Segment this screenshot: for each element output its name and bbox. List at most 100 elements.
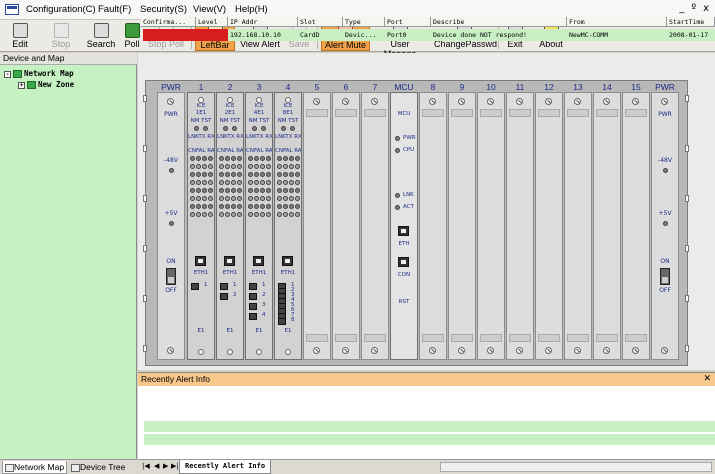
column-header-describe[interactable]: Describe — [431, 17, 567, 27]
chassis-notch — [143, 295, 147, 302]
empty-slot[interactable] — [419, 92, 447, 360]
led-icon — [208, 188, 213, 193]
power-module[interactable]: PWR -48V +5V ON OFF — [157, 92, 185, 360]
empty-slot[interactable] — [622, 92, 650, 360]
led-icon — [289, 172, 294, 177]
led-icon — [231, 188, 236, 193]
screw-icon — [632, 347, 639, 354]
column-header-ip[interactable]: IP Addr — [228, 17, 298, 27]
menu-configuration[interactable]: Configuration(C) — [26, 4, 96, 15]
mcu-card[interactable]: MCU PWR CPU LNK ACT ETH CON RST — [390, 92, 418, 360]
ethernet-port[interactable] — [224, 256, 235, 266]
card-nm-tst: NM TST — [248, 118, 270, 124]
led-icon — [289, 196, 294, 201]
menu-help[interactable]: Help(H) — [235, 4, 268, 15]
led-icon — [202, 180, 207, 185]
e1-port[interactable] — [278, 318, 286, 325]
expand-icon[interactable]: + — [18, 81, 25, 89]
menu-view[interactable]: View(V) — [193, 4, 226, 15]
e1-port[interactable] — [249, 293, 257, 300]
empty-slot[interactable] — [303, 92, 331, 360]
ice-card[interactable]: ICE 2E1 NM TST LNKTX RX CNFAL RA ETH1 1 2 E1 — [216, 92, 244, 360]
stop-button[interactable]: Stop — [46, 21, 76, 51]
e1-port[interactable] — [249, 303, 257, 310]
empty-slot[interactable] — [448, 92, 476, 360]
column-header-from[interactable]: From — [567, 17, 667, 27]
e1-port[interactable] — [220, 283, 228, 290]
led-icon — [395, 205, 400, 210]
next-tab-icon[interactable]: ▶ — [163, 462, 168, 470]
first-tab-icon[interactable]: |◀ — [142, 462, 150, 470]
tab-device-tree[interactable]: Device Tree — [69, 461, 135, 474]
search-button[interactable]: Search — [84, 21, 118, 51]
slot-label: 12 — [544, 82, 554, 92]
led-icon — [190, 156, 195, 161]
poll-button[interactable]: Poll — [121, 21, 143, 51]
restore-button[interactable]: º — [691, 3, 696, 14]
empty-slot[interactable] — [361, 92, 389, 360]
led-icon — [289, 164, 294, 169]
led-icon — [283, 204, 288, 209]
ice-card[interactable]: ICE 4E1 NM TST LNKTX RX CNFAL RA ETH1 1 2 3 4 E1 — [245, 92, 273, 360]
card-cnf-label: CNFAL RA — [275, 148, 302, 154]
tree-item-network-map[interactable]: - Network Map — [4, 69, 74, 78]
ethernet-port[interactable] — [398, 226, 409, 236]
close-button[interactable]: x — [703, 3, 709, 14]
e1-port[interactable] — [220, 293, 228, 300]
empty-slot[interactable] — [477, 92, 505, 360]
ice-card[interactable]: ICE 1E1 NM TST LNKTX RX CNFAL RA ETH1 1 E1 — [187, 92, 215, 360]
led-icon — [252, 126, 257, 131]
prev-tab-icon[interactable]: ◀ — [154, 462, 159, 470]
empty-slot[interactable] — [535, 92, 563, 360]
led-icon — [248, 204, 253, 209]
led-icon — [295, 196, 300, 201]
column-header-confirm[interactable]: Confirma... — [141, 17, 196, 27]
screw-icon — [632, 98, 639, 105]
e1-port[interactable] — [249, 313, 257, 320]
ice-card[interactable]: ICE 8E1 NM TST LNKTX RX CNFAL RA ETH1 1 2 3 4 5 6 7 8… — [274, 92, 302, 360]
menu-fault[interactable]: Fault(F) — [98, 4, 131, 15]
power-switch[interactable] — [166, 268, 176, 285]
empty-slot[interactable] — [332, 92, 360, 360]
ethernet-port[interactable] — [253, 256, 264, 266]
ethernet-port[interactable] — [282, 256, 293, 266]
screw-icon — [458, 98, 465, 105]
empty-slot[interactable] — [593, 92, 621, 360]
empty-slot[interactable] — [506, 92, 534, 360]
menu-security[interactable]: Security(S) — [140, 4, 187, 15]
e1-port[interactable] — [249, 283, 257, 290]
column-header-port[interactable]: Port — [385, 17, 431, 27]
led-icon — [254, 188, 259, 193]
led-icon — [237, 180, 242, 185]
alert-cell-confirm[interactable] — [143, 29, 196, 41]
ethernet-port[interactable] — [195, 256, 206, 266]
led-icon — [260, 212, 265, 217]
last-tab-icon[interactable]: ▶| — [171, 462, 179, 470]
tree-item-new-zone[interactable]: + New Zone — [18, 80, 74, 89]
power-switch[interactable] — [660, 268, 670, 285]
tab-recently-alert-info[interactable]: Recently Alert Info — [179, 460, 272, 474]
led-icon — [395, 136, 400, 141]
power-module[interactable]: PWR -48V +5V ON OFF — [651, 92, 679, 360]
e1-port[interactable] — [191, 283, 199, 290]
search-icon — [93, 23, 109, 38]
minimize-button[interactable]: _ — [679, 3, 684, 14]
console-port[interactable] — [398, 257, 409, 267]
screw-icon — [429, 98, 436, 105]
e1-label: E1 — [255, 328, 263, 334]
column-header-type[interactable]: Type — [343, 17, 385, 27]
column-header-level[interactable]: Level — [196, 17, 228, 27]
alert-panel-title: Recently Alert Info — [138, 373, 715, 386]
slot-label: PWR — [161, 82, 181, 92]
column-header-slot[interactable]: Slot — [298, 17, 343, 27]
collapse-icon[interactable]: - — [4, 70, 11, 78]
column-header-start-time[interactable]: StartTime — [667, 17, 715, 27]
empty-slot[interactable] — [564, 92, 592, 360]
slot-rail — [480, 334, 502, 342]
slot-rail — [538, 109, 560, 117]
edit-button[interactable]: Edit — [4, 21, 36, 51]
slot-rail — [422, 334, 444, 342]
close-icon[interactable]: ✕ — [703, 373, 711, 386]
horizontal-scrollbar[interactable] — [440, 462, 712, 472]
tab-network-map[interactable]: Network Map — [2, 461, 67, 474]
